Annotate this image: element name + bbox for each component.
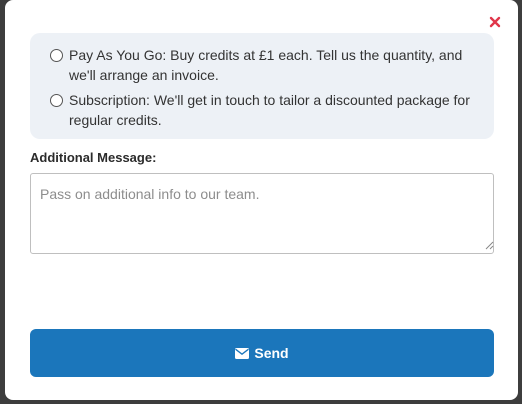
contact-modal: Pay As You Go: Buy credits at £1 each. T…	[5, 0, 518, 400]
option-subscription[interactable]: Subscription: We'll get in touch to tail…	[50, 90, 480, 130]
send-label: Send	[254, 345, 289, 361]
envelope-icon	[235, 347, 250, 359]
radio-pay-as-you-go[interactable]	[50, 49, 63, 62]
option-pay-as-you-go[interactable]: Pay As You Go: Buy credits at £1 each. T…	[50, 45, 480, 85]
close-button[interactable]	[486, 13, 504, 31]
radio-subscription[interactable]	[50, 94, 63, 107]
option-label: Pay As You Go: Buy credits at £1 each. T…	[69, 47, 463, 83]
option-label: Subscription: We'll get in touch to tail…	[69, 92, 470, 128]
send-button[interactable]: Send	[30, 329, 494, 377]
plan-options: Pay As You Go: Buy credits at £1 each. T…	[30, 33, 494, 139]
additional-message-label: Additional Message:	[30, 150, 157, 165]
close-icon	[489, 16, 501, 28]
additional-message-input[interactable]	[30, 173, 494, 254]
